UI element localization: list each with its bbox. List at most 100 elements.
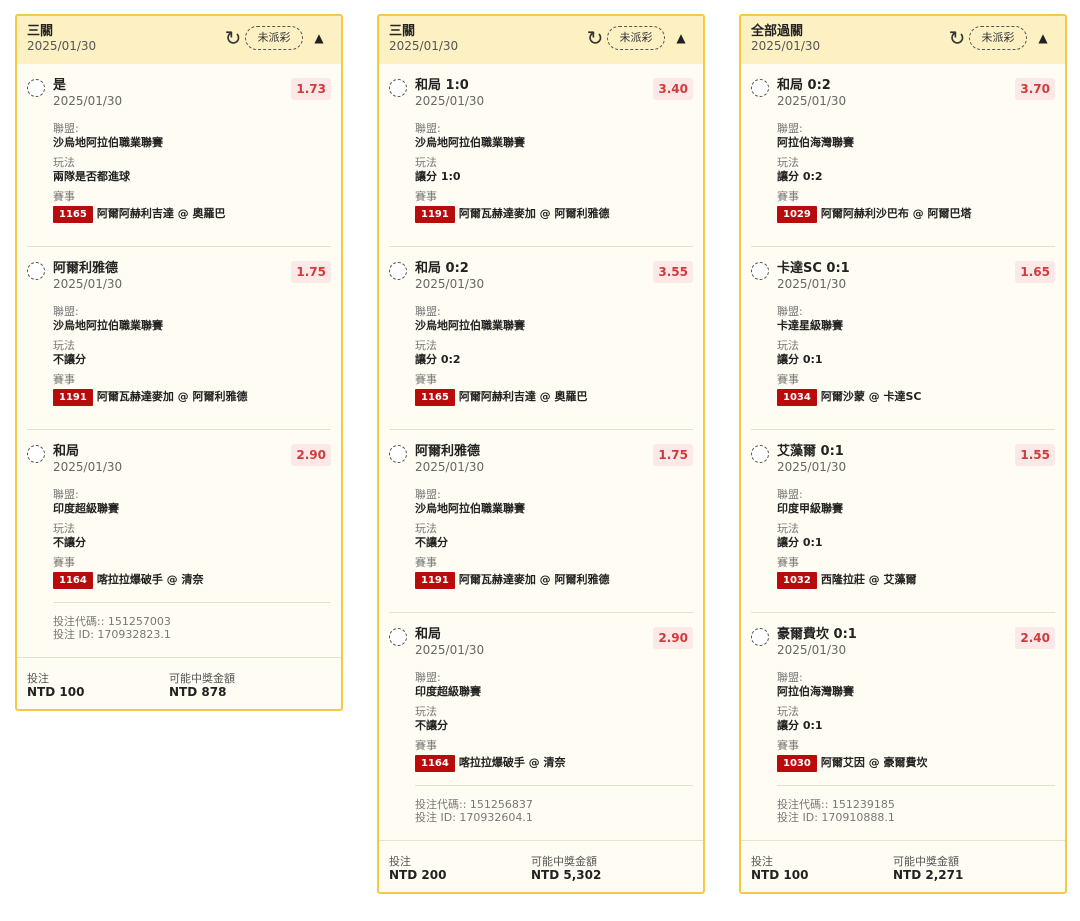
match-id-badge: 1029 [777,206,817,223]
play-field: 玩法 兩隊是否都進球 [53,156,331,184]
radio-circle-icon[interactable] [27,79,45,97]
match-field: 賽事 [53,556,331,569]
play-value: 不讓分 [53,536,86,549]
match-field: 賽事 [53,190,331,203]
refresh-icon[interactable]: ↻ [221,26,245,50]
stake-block: 投注 NTD 100 [27,672,84,699]
refresh-icon[interactable]: ↻ [583,26,607,50]
match-field: 賽事 [415,556,693,569]
stake-label: 投注 [389,855,411,868]
bet-id: 投注 ID: 170910888.1 [777,811,895,824]
stake-block: 投注 NTD 200 [389,855,446,882]
radio-circle-icon[interactable] [27,262,45,280]
league-label: 聯盟: [777,122,803,135]
radio-circle-icon[interactable] [389,262,407,280]
refresh-icon[interactable]: ↻ [945,26,969,50]
league-value: 阿拉伯海灣聯賽 [777,136,854,149]
selection-name: 艾藻爾 0:1 [777,444,844,459]
selection-date: 2025/01/30 [53,460,123,474]
stake-value: NTD 100 [27,685,85,699]
match-teams: 阿爾瓦赫達麥加 @ 阿爾利雅德 [458,207,610,220]
chevron-up-icon[interactable]: ▲ [671,26,691,50]
selection-item: 艾藻爾 0:1 2025/01/30 1.55 聯盟: 印度甲級聯賽 玩法 讓分… [751,430,1055,613]
league-label: 聯盟: [777,305,803,318]
play-field: 玩法 不讓分 [415,522,693,550]
bet-codes: 投注代碼:: 151256837 投注 ID: 170932604.1 [415,785,693,824]
selection-name: 阿爾利雅德 [415,444,481,459]
odds-badge: 3.55 [653,261,693,283]
card-footer: 投注 NTD 100 可能中獎金額 NTD 878 [17,657,341,709]
potential-block: 可能中獎金額 NTD 5,302 [531,855,601,882]
card-header: 三關 2025/01/30 ↻ 未派彩 ▲ [379,16,703,64]
match-row: 1032 西隆拉莊 @ 艾藻爾 [777,571,1055,589]
chevron-up-icon[interactable]: ▲ [309,26,329,50]
league-field: 聯盟: 印度超級聯賽 [53,488,331,516]
chevron-up-icon[interactable]: ▲ [1033,26,1053,50]
play-value: 讓分 0:1 [777,719,823,732]
play-label: 玩法 [53,156,75,169]
radio-circle-icon[interactable] [389,445,407,463]
match-teams: 阿爾沙蒙 @ 卡達SC [820,390,922,403]
league-field: 聯盟: 阿拉伯海灣聯賽 [777,671,1055,699]
bet-slip-card: 三關 2025/01/30 ↻ 未派彩 ▲ 是 2025/01/30 1.73 … [15,14,343,711]
league-value: 卡達星級聯賽 [777,319,843,332]
selection-item: 和局 0:2 2025/01/30 3.70 聯盟: 阿拉伯海灣聯賽 玩法 讓分… [751,64,1055,247]
potential-block: 可能中獎金額 NTD 878 [169,672,235,699]
match-label: 賽事 [777,190,799,203]
card-footer: 投注 NTD 200 可能中獎金額 NTD 5,302 [379,840,703,892]
league-label: 聯盟: [415,122,441,135]
bet-codes: 投注代碼:: 151239185 投注 ID: 170910888.1 [777,785,1055,824]
potential-value: NTD 5,302 [531,868,602,882]
match-id-badge: 1164 [53,572,93,589]
match-label: 賽事 [777,373,799,386]
play-label: 玩法 [415,339,437,352]
match-field: 賽事 [53,373,331,386]
match-id-badge: 1165 [415,389,455,406]
selection-date: 2025/01/30 [415,460,485,474]
selection-date: 2025/01/30 [415,643,485,657]
match-label: 賽事 [415,739,437,752]
odds-badge: 1.75 [653,444,693,466]
odds-badge: 1.55 [1015,444,1055,466]
play-field: 玩法 讓分 0:1 [777,705,1055,733]
radio-circle-icon[interactable] [389,79,407,97]
match-teams: 阿爾阿赫利沙巴布 @ 阿爾巴塔 [820,207,972,220]
match-teams: 阿爾艾因 @ 豪爾費坎 [820,756,928,769]
match-id-badge: 1164 [415,755,455,772]
match-label: 賽事 [415,556,437,569]
league-field: 聯盟: 沙烏地阿拉伯職業聯賽 [415,488,693,516]
match-label: 賽事 [415,190,437,203]
status-badge: 未派彩 [245,26,303,50]
play-label: 玩法 [777,705,799,718]
potential-value: NTD 878 [169,685,227,699]
radio-circle-icon[interactable] [751,262,769,280]
play-label: 玩法 [53,522,75,535]
radio-circle-icon[interactable] [27,445,45,463]
radio-circle-icon[interactable] [751,628,769,646]
status-badge: 未派彩 [607,26,665,50]
play-label: 玩法 [777,156,799,169]
stake-value: NTD 200 [389,868,447,882]
play-field: 玩法 不讓分 [53,339,331,367]
match-row: 1165 阿爾阿赫利吉達 @ 奧羅巴 [415,388,693,406]
odds-badge: 1.65 [1015,261,1055,283]
play-value: 兩隊是否都進球 [53,170,130,183]
radio-circle-icon[interactable] [389,628,407,646]
league-value: 沙烏地阿拉伯職業聯賽 [415,319,525,332]
match-row: 1030 阿爾艾因 @ 豪爾費坎 [777,754,1055,772]
play-field: 玩法 不讓分 [415,705,693,733]
league-label: 聯盟: [415,488,441,501]
bet-slip-card: 全部過關 2025/01/30 ↻ 未派彩 ▲ 和局 0:2 2025/01/3… [739,14,1067,894]
play-field: 玩法 讓分 0:2 [415,339,693,367]
radio-circle-icon[interactable] [751,445,769,463]
play-field: 玩法 不讓分 [53,522,331,550]
league-field: 聯盟: 印度超級聯賽 [415,671,693,699]
radio-circle-icon[interactable] [751,79,769,97]
stake-block: 投注 NTD 100 [751,855,808,882]
match-label: 賽事 [777,556,799,569]
league-label: 聯盟: [777,671,803,684]
selection-name: 阿爾利雅德 [53,261,119,276]
odds-badge: 2.90 [653,627,693,649]
selection-item: 和局 1:0 2025/01/30 3.40 聯盟: 沙烏地阿拉伯職業聯賽 玩法… [389,64,693,247]
match-id-badge: 1165 [53,206,93,223]
